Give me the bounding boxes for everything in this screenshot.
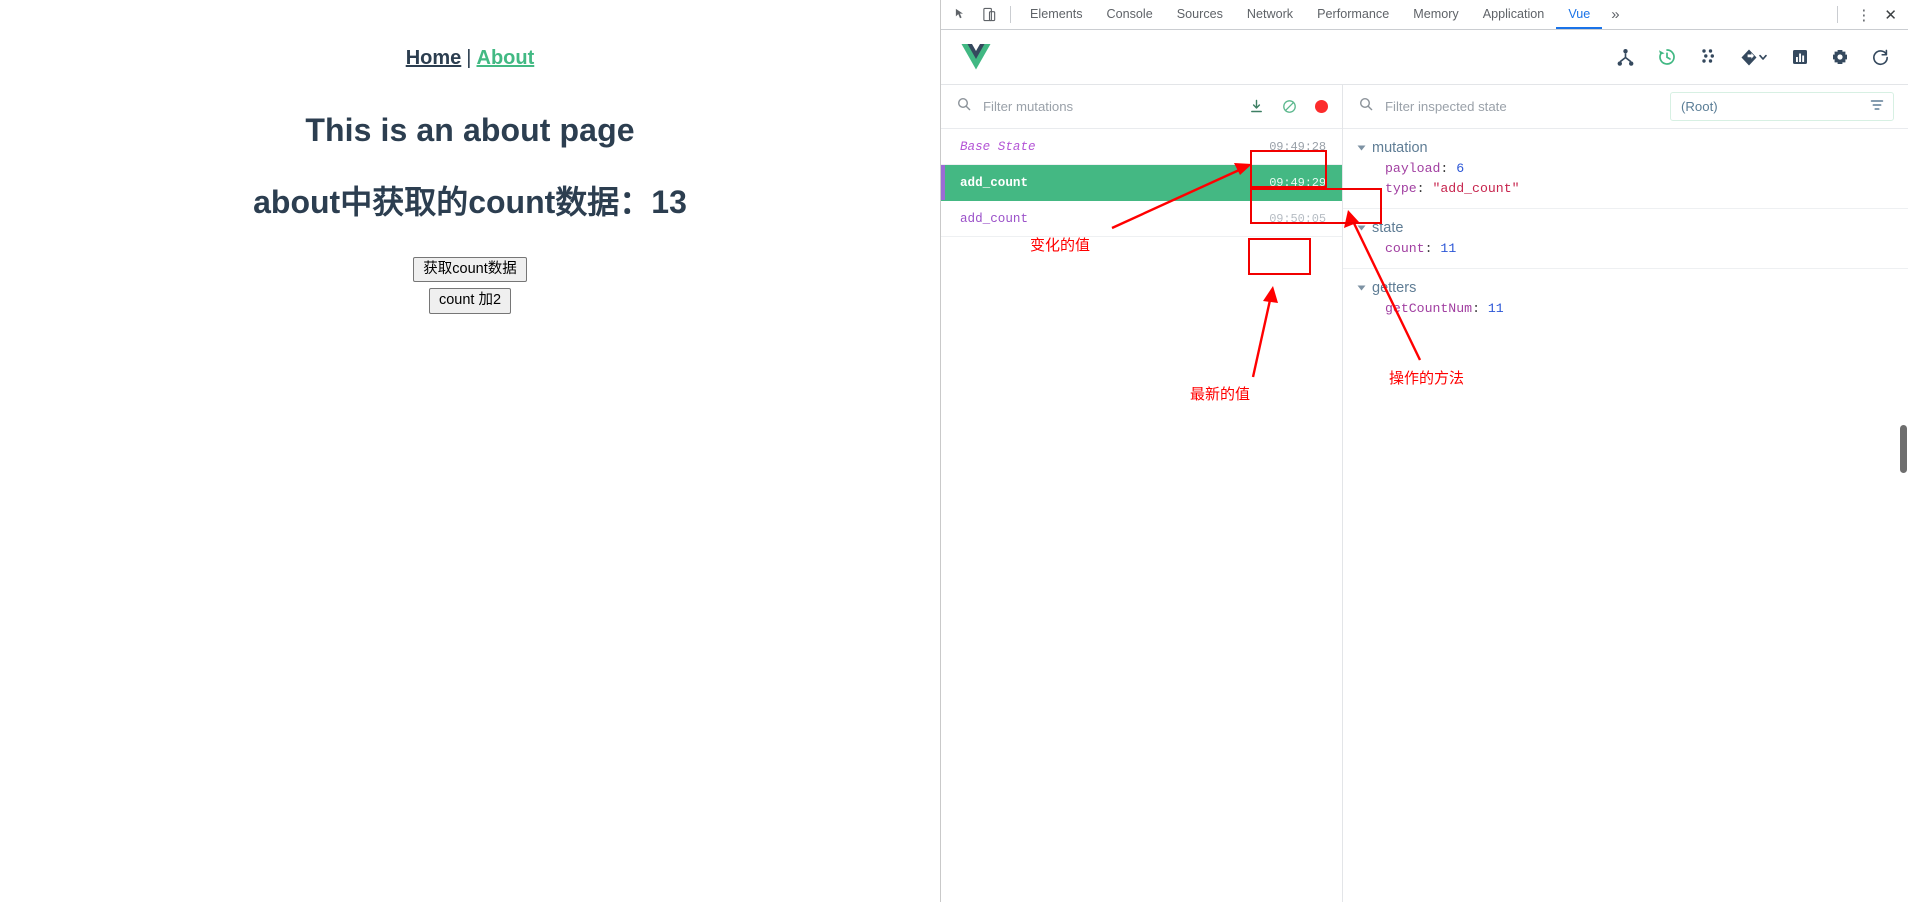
state-group-header[interactable]: getters bbox=[1343, 280, 1908, 296]
kebab-menu-icon[interactable]: ⋮ bbox=[1845, 6, 1882, 24]
state-group-header[interactable]: mutation bbox=[1343, 140, 1908, 156]
nav-link-about[interactable]: About bbox=[477, 47, 535, 69]
devtools-tab-list: Elements Console Sources Network Perform… bbox=[1018, 0, 1603, 29]
chevron-down-icon bbox=[1357, 145, 1366, 151]
tabbar-divider-right bbox=[1837, 6, 1839, 23]
events-icon[interactable] bbox=[1699, 48, 1717, 66]
state-group-getters: getters getCountNum: 11 bbox=[1343, 269, 1908, 328]
state-value: 11 bbox=[1487, 301, 1504, 316]
tab-memory[interactable]: Memory bbox=[1401, 0, 1470, 29]
tab-vue[interactable]: Vue bbox=[1556, 0, 1603, 29]
state-value: "add_count" bbox=[1432, 181, 1520, 196]
annotation-box-payload bbox=[1250, 150, 1327, 188]
inspected-state-filter-input[interactable] bbox=[1383, 98, 1656, 115]
chevron-down-icon bbox=[1357, 285, 1366, 291]
mutation-name: add_count bbox=[960, 175, 1029, 190]
scrollbar-thumb[interactable] bbox=[1900, 425, 1907, 473]
state-key: type bbox=[1385, 181, 1417, 196]
download-state-icon[interactable] bbox=[1249, 99, 1264, 114]
tab-application[interactable]: Application bbox=[1471, 0, 1557, 29]
tab-console[interactable]: Console bbox=[1095, 0, 1165, 29]
annotation-label-latest-value: 最新的值 bbox=[1190, 385, 1251, 403]
devtools-tabbar-right: ⋮ ✕ bbox=[1830, 0, 1908, 29]
inspected-state-column: (Root) mutation bbox=[1343, 85, 1908, 902]
timeline-history-icon[interactable] bbox=[1657, 47, 1677, 67]
state-value: 11 bbox=[1440, 241, 1457, 256]
vuex-panel-body: Base State 09:49:28 add_count 09:49:29 a… bbox=[941, 85, 1908, 902]
performance-icon[interactable] bbox=[1791, 48, 1809, 66]
components-tree-icon[interactable] bbox=[1616, 48, 1635, 67]
state-tree: mutation payload: 6 type: "add_count" st… bbox=[1343, 129, 1908, 328]
page-scrollbar[interactable] bbox=[1900, 0, 1908, 902]
devtools-pane: Elements Console Sources Network Perform… bbox=[941, 0, 1908, 902]
annotation-box-type bbox=[1250, 188, 1382, 224]
state-colon: : bbox=[1416, 181, 1433, 196]
mutation-name: add_count bbox=[960, 211, 1029, 226]
state-colon: : bbox=[1440, 161, 1457, 176]
tab-sources[interactable]: Sources bbox=[1165, 0, 1235, 29]
state-key: getCountNum bbox=[1385, 301, 1473, 316]
web-page-pane: Home | About This is an about page about中获… bbox=[0, 0, 941, 902]
vue-logo-icon bbox=[961, 43, 991, 71]
mutations-filter-input[interactable] bbox=[981, 98, 1231, 115]
add-button-row: count 加2 bbox=[0, 282, 940, 314]
refresh-icon[interactable] bbox=[1871, 48, 1890, 67]
add-count-button[interactable]: count 加2 bbox=[428, 288, 512, 314]
tab-elements[interactable]: Elements bbox=[1018, 0, 1095, 29]
state-group-label: mutation bbox=[1372, 140, 1428, 156]
screenshot-root: Home | About This is an about page about中获… bbox=[0, 0, 1908, 902]
root-module-label: (Root) bbox=[1681, 99, 1718, 114]
more-tabs-icon[interactable]: » bbox=[1602, 0, 1628, 29]
state-group-mutation: mutation payload: 6 type: "add_count" bbox=[1343, 129, 1908, 209]
chevron-down-icon bbox=[1357, 225, 1366, 231]
fetch-button-row: 获取count数据 bbox=[0, 223, 940, 283]
state-entry-payload: payload: 6 bbox=[1343, 156, 1908, 176]
mutation-name: Base State bbox=[960, 139, 1036, 154]
tab-network[interactable]: Network bbox=[1235, 0, 1305, 29]
state-entry-count: count: 11 bbox=[1343, 236, 1908, 256]
fetch-count-button[interactable]: 获取count数据 bbox=[413, 257, 527, 283]
site-nav: Home | About bbox=[0, 0, 940, 70]
device-toolbar-icon[interactable] bbox=[975, 0, 1003, 29]
record-toggle-icon[interactable] bbox=[1315, 100, 1328, 113]
annotation-label-changed-value: 变化的值 bbox=[1030, 236, 1091, 254]
tab-performance[interactable]: Performance bbox=[1305, 0, 1401, 29]
page-title: This is an about page bbox=[305, 112, 635, 148]
mutations-filter-bar bbox=[941, 85, 1342, 129]
state-colon: : bbox=[1424, 241, 1441, 256]
vue-devtools-header bbox=[941, 30, 1908, 85]
tabbar-divider bbox=[1010, 6, 1011, 23]
search-icon bbox=[957, 97, 971, 116]
devtools-tabbar: Elements Console Sources Network Perform… bbox=[941, 0, 1908, 30]
state-colon: : bbox=[1472, 301, 1488, 316]
clear-mutations-icon[interactable] bbox=[1282, 99, 1297, 114]
state-entry-getcountnum: getCountNum: 11 bbox=[1343, 296, 1908, 316]
state-group-label: getters bbox=[1372, 280, 1417, 296]
state-key: payload bbox=[1385, 161, 1441, 176]
annotation-label-operation-method: 操作的方法 bbox=[1389, 369, 1465, 387]
state-entry-type: type: "add_count" bbox=[1343, 176, 1908, 196]
inspect-element-icon[interactable] bbox=[947, 0, 975, 29]
annotation-box-count bbox=[1248, 238, 1311, 275]
vue-toolbar-actions bbox=[1616, 47, 1890, 67]
inspected-state-filter-bar: (Root) bbox=[1343, 85, 1908, 129]
count-display: about中获取的count数据：13 bbox=[253, 184, 687, 220]
state-group-state: state count: 11 bbox=[1343, 209, 1908, 269]
state-key: count bbox=[1385, 241, 1425, 256]
state-filter-icon[interactable] bbox=[1869, 97, 1885, 116]
state-group-header[interactable]: state bbox=[1343, 220, 1908, 236]
state-value: 6 bbox=[1456, 161, 1465, 176]
settings-gear-icon[interactable] bbox=[1831, 48, 1849, 66]
search-icon bbox=[1359, 97, 1373, 116]
vuex-icon[interactable] bbox=[1739, 48, 1769, 67]
root-module-select[interactable]: (Root) bbox=[1670, 92, 1894, 121]
nav-link-home[interactable]: Home bbox=[406, 47, 462, 69]
nav-separator: | bbox=[466, 47, 472, 69]
